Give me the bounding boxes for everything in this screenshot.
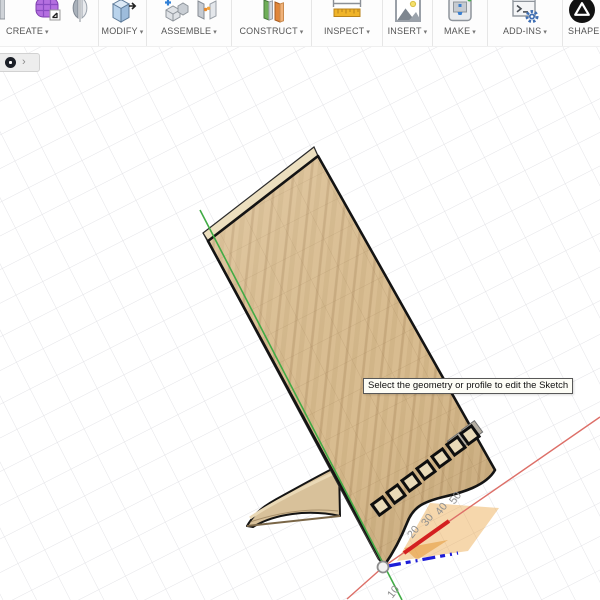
modify-menu-button[interactable]: MODIFY ▾ bbox=[102, 26, 144, 36]
toolbar-group-addins[interactable]: ADD-INS ▾ bbox=[488, 0, 563, 46]
toolbar-group-construct[interactable]: CONSTRUCT ▾ bbox=[232, 0, 312, 46]
chevron-down-icon: ▾ bbox=[45, 29, 49, 36]
inspect-menu-button[interactable]: INSPECT ▾ bbox=[324, 26, 370, 36]
make-menu-button[interactable]: MAKE ▾ bbox=[444, 26, 476, 36]
marker-dot-icon bbox=[5, 57, 16, 68]
assemble-menu-button[interactable]: ASSEMBLE ▾ bbox=[161, 26, 217, 36]
construct-menu-button[interactable]: CONSTRUCT ▾ bbox=[239, 26, 303, 36]
measure-icon[interactable] bbox=[330, 0, 364, 28]
hint-tooltip: Select the geometry or profile to edit t… bbox=[363, 378, 574, 394]
chevron-down-icon: ▾ bbox=[543, 29, 548, 36]
toolbar-group-make[interactable]: MAKE ▾ bbox=[433, 0, 488, 46]
create-menu-button[interactable]: CREATE ▾ bbox=[6, 26, 49, 36]
insert-image-icon[interactable] bbox=[393, 0, 423, 28]
toolbar-group-assemble[interactable]: ASSEMBLE ▾ bbox=[147, 0, 232, 46]
toolbar-group-shape[interactable]: SHAPE bbox=[563, 0, 600, 46]
addins-menu-button[interactable]: ADD-INS ▾ bbox=[503, 26, 547, 36]
shape-menu-button[interactable]: SHAPE bbox=[568, 26, 600, 36]
ribbon-toolbar: CREATE ▾ MODIFY ▾ ASSEMBLE ▾ CONSTRUCT ▾… bbox=[0, 0, 600, 47]
toolbar-group-modify[interactable]: MODIFY ▾ bbox=[99, 0, 147, 46]
insert-menu-button[interactable]: INSERT ▾ bbox=[388, 26, 428, 36]
chevron-down-icon: ▾ bbox=[472, 29, 477, 36]
print-3d-icon[interactable] bbox=[445, 0, 475, 28]
model-scene: 10 20 30 40 50 bbox=[0, 46, 600, 600]
form-icon[interactable] bbox=[34, 0, 62, 28]
chevron-down-icon: ▾ bbox=[213, 29, 217, 36]
construct-plane-icon[interactable] bbox=[257, 0, 287, 28]
viewport-canvas[interactable]: 10 20 30 40 50 Select the geometry or pr… bbox=[0, 46, 600, 600]
scripts-addins-icon[interactable] bbox=[510, 0, 540, 28]
chevron-down-icon: ▾ bbox=[299, 29, 304, 36]
joint-icon[interactable] bbox=[195, 0, 219, 28]
toolbar-group-inspect[interactable]: INSPECT ▾ bbox=[312, 0, 383, 46]
fusion360-window: CREATE ▾ MODIFY ▾ ASSEMBLE ▾ CONSTRUCT ▾… bbox=[0, 0, 600, 600]
toolbar-group-insert[interactable]: INSERT ▾ bbox=[383, 0, 433, 46]
cropped-icon[interactable] bbox=[0, 0, 6, 26]
toolbar-group-create[interactable]: CREATE ▾ bbox=[0, 0, 99, 46]
origin-point[interactable] bbox=[376, 560, 390, 574]
chevron-right-icon: › bbox=[22, 56, 26, 68]
mirror-icon[interactable] bbox=[67, 0, 93, 28]
chevron-down-icon: ▾ bbox=[366, 29, 371, 36]
chevron-down-icon: ▾ bbox=[423, 29, 428, 36]
panel-toggle-button[interactable]: › bbox=[0, 53, 40, 72]
chevron-down-icon: ▾ bbox=[139, 29, 144, 36]
new-component-icon[interactable] bbox=[160, 0, 190, 28]
